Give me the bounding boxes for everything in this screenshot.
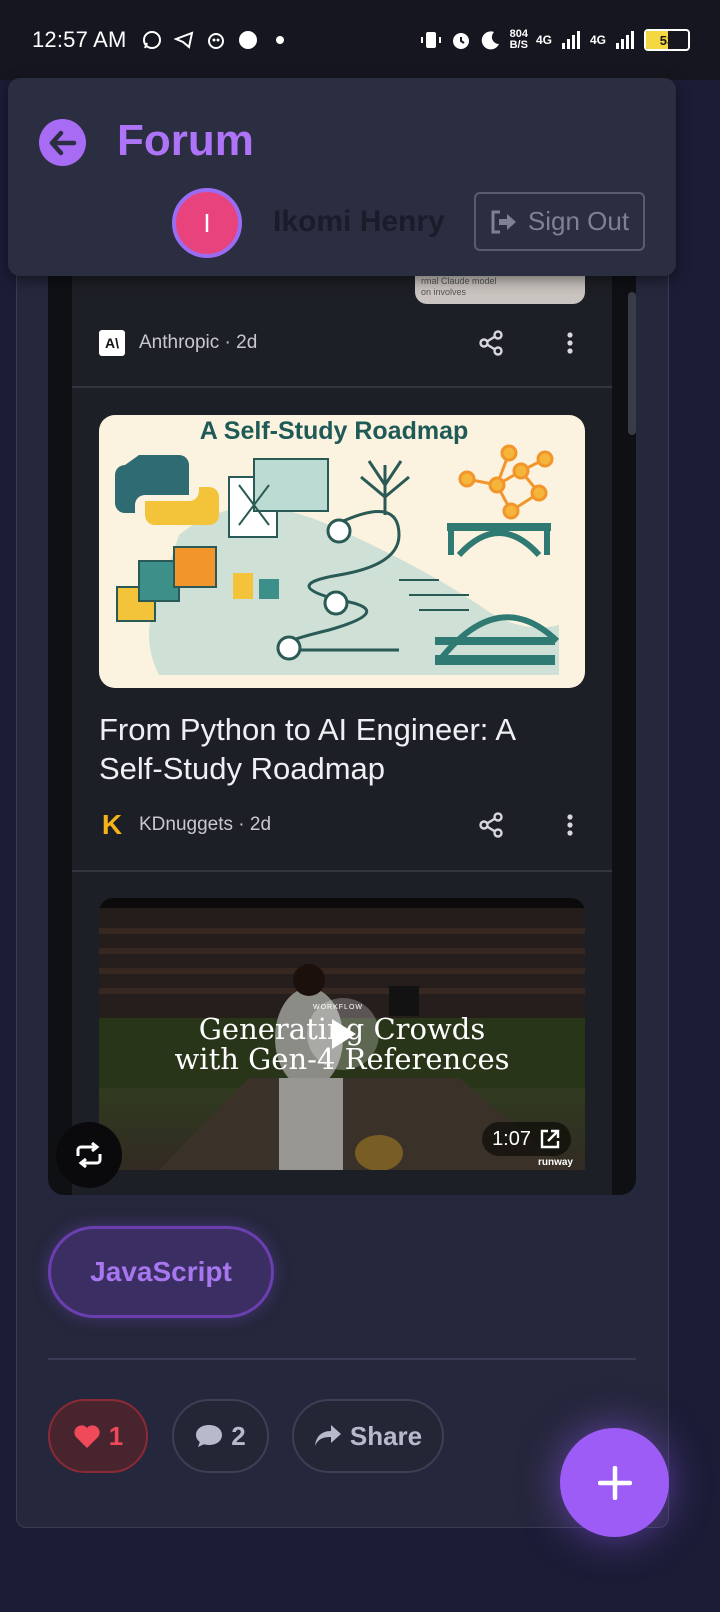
vibrate-icon [420, 29, 442, 51]
new-post-button[interactable] [560, 1428, 669, 1537]
user-name: Ikomi Henry [273, 205, 445, 238]
sign-out-button[interactable]: Sign Out [474, 192, 645, 251]
article-image[interactable]: A Self-Study Roadmap [99, 415, 585, 688]
network-type-2: 4G [589, 33, 606, 47]
sign-out-icon [491, 210, 516, 233]
repost-icon[interactable] [56, 1122, 122, 1188]
more-options-icon[interactable] [556, 810, 584, 840]
comment-icon [196, 1425, 223, 1447]
video-thumbnail[interactable]: WORKFLOW Generating Crowds with Gen-4 Re… [99, 898, 585, 1170]
battery-indicator: 53 [644, 29, 690, 51]
thumbnail-snippet: on involves [421, 287, 467, 297]
sign-out-label: Sign Out [527, 206, 630, 236]
like-count: 1 [108, 1420, 124, 1451]
feed-divider [72, 870, 612, 872]
app-notification-icon [205, 29, 227, 51]
back-button[interactable] [39, 119, 86, 166]
network-speed: 804 B/S [509, 28, 528, 51]
share-arrow-icon [314, 1425, 341, 1446]
more-options-icon[interactable] [556, 328, 584, 358]
like-button[interactable]: 1 [48, 1399, 148, 1473]
status-bar: 12:57 AM 804 B/S 4G 4G 53 [0, 0, 720, 80]
alarm-icon [450, 29, 472, 51]
comment-count: 2 [231, 1420, 246, 1451]
network-type-1: 4G [535, 33, 552, 47]
status-time: 12:57 AM [32, 27, 127, 52]
article-source-row: K KDnuggets · 2d [99, 809, 585, 840]
whatsapp-icon [141, 29, 163, 51]
circle-notification-icon [237, 29, 259, 51]
article-source: Anthropic · 2d [139, 332, 258, 353]
share-label: Share [349, 1420, 423, 1451]
battery-level: 53 [659, 32, 675, 48]
thumbnail-snippet: rmal Claude model [421, 276, 497, 286]
plus-icon [597, 1465, 632, 1500]
arrow-left-icon [49, 130, 76, 155]
page-title: Forum [117, 116, 254, 165]
video-title: Generating Crowds with Gen-4 References [174, 1012, 510, 1076]
do-not-disturb-icon [480, 29, 502, 51]
feed-divider [72, 386, 612, 388]
duration-text: 1:07 [492, 1127, 531, 1150]
more-notifications-dot-icon [269, 29, 291, 51]
image-heading: A Self-Study Roadmap [200, 417, 469, 445]
external-link-icon [540, 1129, 560, 1149]
article-title[interactable]: From Python to AI Engineer: A Self-Study… [99, 710, 585, 788]
article-source-row: A\ Anthropic · 2d [99, 330, 585, 356]
telegram-icon [173, 29, 195, 51]
share-button[interactable]: Share [292, 1399, 444, 1473]
runway-logo: runway [537, 1157, 573, 1168]
signal-icon-1 [560, 29, 582, 51]
feed-scrollbar[interactable] [628, 292, 636, 435]
video-duration[interactable]: 1:07 [482, 1122, 571, 1156]
signal-icon-2 [614, 29, 636, 51]
comment-button[interactable]: 2 [172, 1399, 269, 1473]
share-icon[interactable] [476, 328, 506, 358]
share-icon[interactable] [476, 810, 506, 840]
kdnuggets-logo: K [101, 809, 123, 840]
avatar[interactable]: I [172, 188, 242, 258]
article-source: KDnuggets · 2d [139, 814, 272, 835]
tag-chip[interactable]: JavaScript [48, 1226, 274, 1318]
post-divider [48, 1358, 636, 1360]
anthropic-logo: A\ [99, 330, 125, 356]
heart-icon [74, 1425, 100, 1448]
